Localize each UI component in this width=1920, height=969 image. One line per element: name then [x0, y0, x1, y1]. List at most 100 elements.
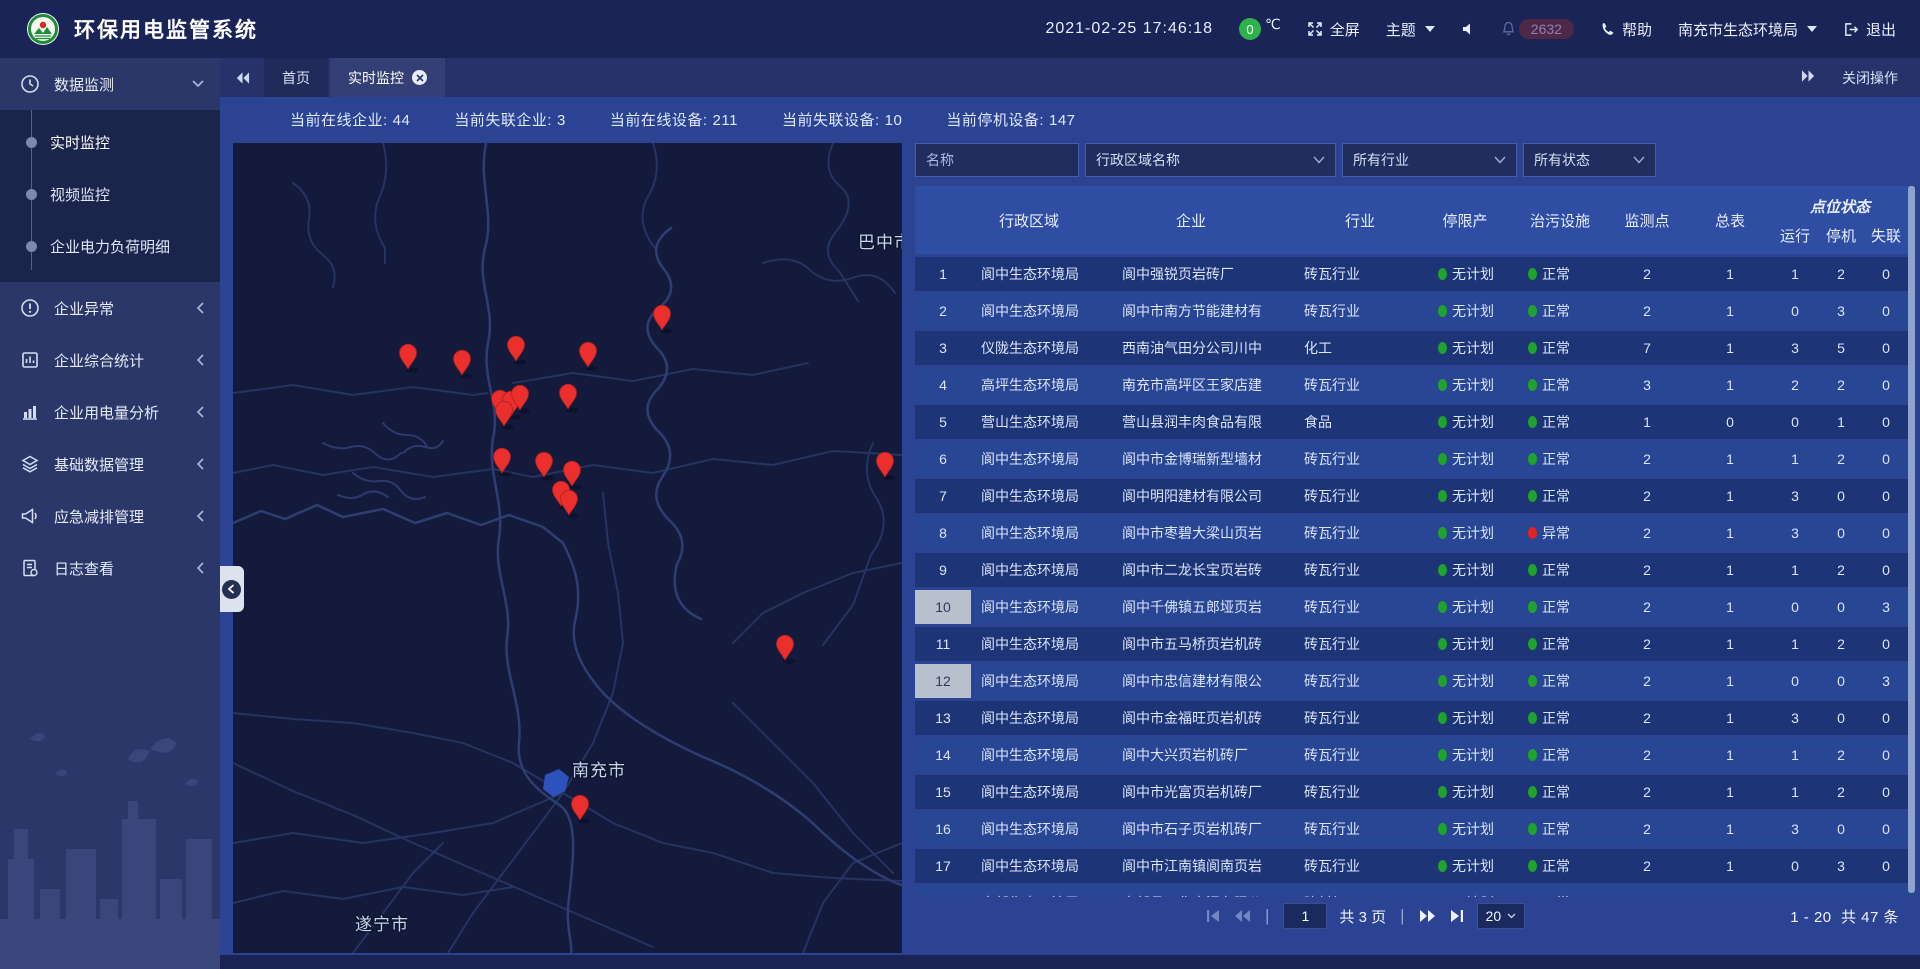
table-row[interactable]: 9阆中生态环境局阆中市二龙长宝页岩砖砖瓦行业无计划正常21120 — [915, 553, 1915, 587]
app-logo-icon — [26, 12, 60, 46]
chevron-down-icon — [192, 80, 204, 88]
tab-home[interactable]: 首页 — [264, 58, 328, 97]
status-dot-green — [1528, 786, 1537, 798]
col-group-point-status: 点位状态 运行 停机 失联 — [1772, 186, 1908, 254]
status-dot-green — [1528, 379, 1537, 391]
prev-page-button[interactable] — [1233, 909, 1251, 923]
status-dot-green — [1438, 601, 1447, 613]
chevron-left-circle-icon — [222, 580, 241, 599]
table-row[interactable]: 15阆中生态环境局阆中市光富页岩机砖厂砖瓦行业无计划正常21120 — [915, 775, 1915, 809]
map-panel[interactable]: 巴中市南充市遂宁市 — [233, 143, 902, 953]
status-dot-green — [1438, 379, 1447, 391]
page-size-select[interactable]: 20 — [1477, 903, 1526, 929]
fullscreen-button[interactable]: 全屏 — [1307, 19, 1360, 40]
first-page-icon — [1205, 909, 1221, 923]
bottom-strip — [220, 955, 1920, 969]
status-dot-green — [1528, 564, 1537, 576]
chart-icon — [20, 402, 40, 422]
sidebar-item-power-load-detail[interactable]: 企业电力负荷明细 — [0, 220, 220, 272]
tab-bar: 首页 实时监控 关闭操作 — [220, 58, 1920, 97]
theme-dropdown[interactable]: 主题 — [1386, 19, 1435, 40]
table-scrollbar[interactable] — [1908, 186, 1915, 893]
table-row[interactable]: 2阆中生态环境局阆中市南方节能建材有砖瓦行业无计划正常21030 — [915, 294, 1915, 328]
table-row[interactable]: 11阆中生态环境局阆中市五马桥页岩机砖砖瓦行业无计划正常21120 — [915, 627, 1915, 661]
chevron-down-icon — [1494, 156, 1506, 164]
stat-item-4: 当前停机设备:147 — [946, 109, 1075, 130]
table-row[interactable]: 12阆中生态环境局阆中市忠信建材有限公砖瓦行业无计划正常21003 — [915, 664, 1915, 698]
sidebar-collapse-handle[interactable] — [218, 566, 244, 612]
status-dot-green — [1528, 490, 1537, 502]
chevron-left-icon — [196, 510, 204, 522]
sidebar-submenu: 实时监控 视频监控 企业电力负荷明细 — [0, 110, 220, 282]
sidebar-item-base-data[interactable]: 基础数据管理 — [0, 438, 220, 490]
industry-filter-select[interactable]: 所有行业 — [1342, 143, 1517, 177]
table-row[interactable]: 5营山生态环境局营山县润丰肉食品有限食品无计划正常10010 — [915, 405, 1915, 439]
tabs-scroll-right-button[interactable] — [1801, 69, 1816, 86]
status-filter-select[interactable]: 所有状态 — [1523, 143, 1656, 177]
table-row[interactable]: 6阆中生态环境局阆中市金博瑞新型墙材砖瓦行业无计划正常21120 — [915, 442, 1915, 476]
sidebar-item-enterprise-stats[interactable]: 企业综合统计 — [0, 334, 220, 386]
chevron-down-icon — [1633, 156, 1645, 164]
app-window: 环保用电监管系统 2021-02-25 17:46:18 0 ℃ 全屏 主题 — [0, 0, 1920, 969]
table-row[interactable]: 1阆中生态环境局阆中强锐页岩砖厂砖瓦行业无计划正常21120 — [915, 257, 1915, 291]
sound-button[interactable] — [1461, 22, 1475, 36]
sidebar-item-power-analysis[interactable]: 企业用电量分析 — [0, 386, 220, 438]
record-range-label: 1 - 20 共 47 条 — [1790, 906, 1915, 927]
next-page-button[interactable] — [1419, 909, 1437, 923]
next-page-icon — [1419, 909, 1437, 923]
caret-down-icon — [1425, 26, 1435, 32]
first-page-button[interactable] — [1205, 909, 1221, 923]
status-dot-green — [1528, 342, 1537, 354]
enterprise-table: 行政区域 企业 行业 停限产 治污设施 监测点 总表 点位状态 运行 停机 失联 — [915, 186, 1915, 920]
sidebar-item-video-monitor[interactable]: 视频监控 — [0, 168, 220, 220]
sidebar-item-log-view[interactable]: 日志查看 — [0, 542, 220, 594]
chevron-left-icon — [196, 302, 204, 314]
logout-button[interactable]: 退出 — [1843, 19, 1896, 40]
table-row[interactable]: 17阆中生态环境局阆中市江南镇阆南页岩砖瓦行业无计划正常21030 — [915, 849, 1915, 883]
status-dot-green — [1438, 305, 1447, 317]
status-dot-green — [1438, 342, 1447, 354]
col-lost: 失联 — [1864, 225, 1908, 246]
table-row[interactable]: 14阆中生态环境局阆中大兴页岩机砖厂砖瓦行业无计划正常21120 — [915, 738, 1915, 772]
close-operations-menu[interactable]: 关闭操作 — [1842, 68, 1898, 88]
table-row[interactable]: 7阆中生态环境局阆中明阳建材有限公司砖瓦行业无计划正常21300 — [915, 479, 1915, 513]
tab-close-icon[interactable] — [412, 70, 427, 85]
region-filter-select[interactable]: 行政区域名称 — [1085, 143, 1336, 177]
status-dot-green — [1438, 712, 1447, 724]
col-stop: 停机 — [1818, 225, 1864, 246]
notifications[interactable]: 2632 — [1501, 19, 1574, 39]
sidebar-item-data-monitor[interactable]: 数据监测 — [0, 58, 220, 110]
org-dropdown[interactable]: 南充市生态环境局 — [1678, 19, 1817, 40]
status-dot-green — [1528, 860, 1537, 872]
tab-realtime-monitor[interactable]: 实时监控 — [330, 58, 445, 97]
app-title: 环保用电监管系统 — [74, 14, 258, 44]
sidebar-item-enterprise-abnormal[interactable]: 企业异常 — [0, 282, 220, 334]
pagination-bar: | 共 3 页 | 20 — [915, 897, 1915, 935]
status-dot-green — [1438, 416, 1447, 428]
table-row[interactable]: 10阆中生态环境局阆中千佛镇五郎垭页岩砖瓦行业无计划正常21003 — [915, 590, 1915, 624]
stats-bar: 当前在线企业:44当前失联企业:3当前在线设备:211当前失联设备:10当前停机… — [290, 109, 1076, 130]
status-dot-green — [1528, 749, 1537, 761]
caret-down-icon — [1807, 26, 1817, 32]
status-dot-green — [1528, 675, 1537, 687]
tabs-scroll-left-button[interactable] — [220, 58, 264, 97]
sidebar-item-emergency-reduction[interactable]: 应急减排管理 — [0, 490, 220, 542]
table-row[interactable]: 4高坪生态环境局南充市高坪区王家店建砖瓦行业无计划正常31220 — [915, 368, 1915, 402]
col-meters: 总表 — [1688, 186, 1772, 254]
brand: 环保用电监管系统 — [0, 12, 520, 46]
table-row[interactable]: 8阆中生态环境局阆中市枣碧大梁山页岩砖瓦行业无计划异常21300 — [915, 516, 1915, 550]
enterprise-panel: 行政区域名称 所有行业 所有状态 行政区域 企业 行业 — [915, 143, 1915, 935]
stat-item-3: 当前失联设备:10 — [782, 109, 902, 130]
notification-count-badge: 2632 — [1519, 19, 1574, 39]
status-dot-red — [1528, 527, 1537, 539]
table-row[interactable]: 3仪陇生态环境局西南油气田分公司川中化工无计划正常71350 — [915, 331, 1915, 365]
last-page-button[interactable] — [1449, 909, 1465, 923]
status-dot-green — [1528, 712, 1537, 724]
table-row[interactable]: 13阆中生态环境局阆中市金福旺页岩机砖砖瓦行业无计划正常21300 — [915, 701, 1915, 735]
sidebar-item-realtime-monitor[interactable]: 实时监控 — [0, 116, 220, 168]
page-number-input[interactable] — [1283, 903, 1327, 929]
stat-item-0: 当前在线企业:44 — [290, 109, 410, 130]
table-row[interactable]: 16阆中生态环境局阆中市石子页岩机砖厂砖瓦行业无计划正常21300 — [915, 812, 1915, 846]
help-button[interactable]: 帮助 — [1600, 19, 1652, 40]
name-filter-input[interactable] — [926, 152, 1068, 168]
